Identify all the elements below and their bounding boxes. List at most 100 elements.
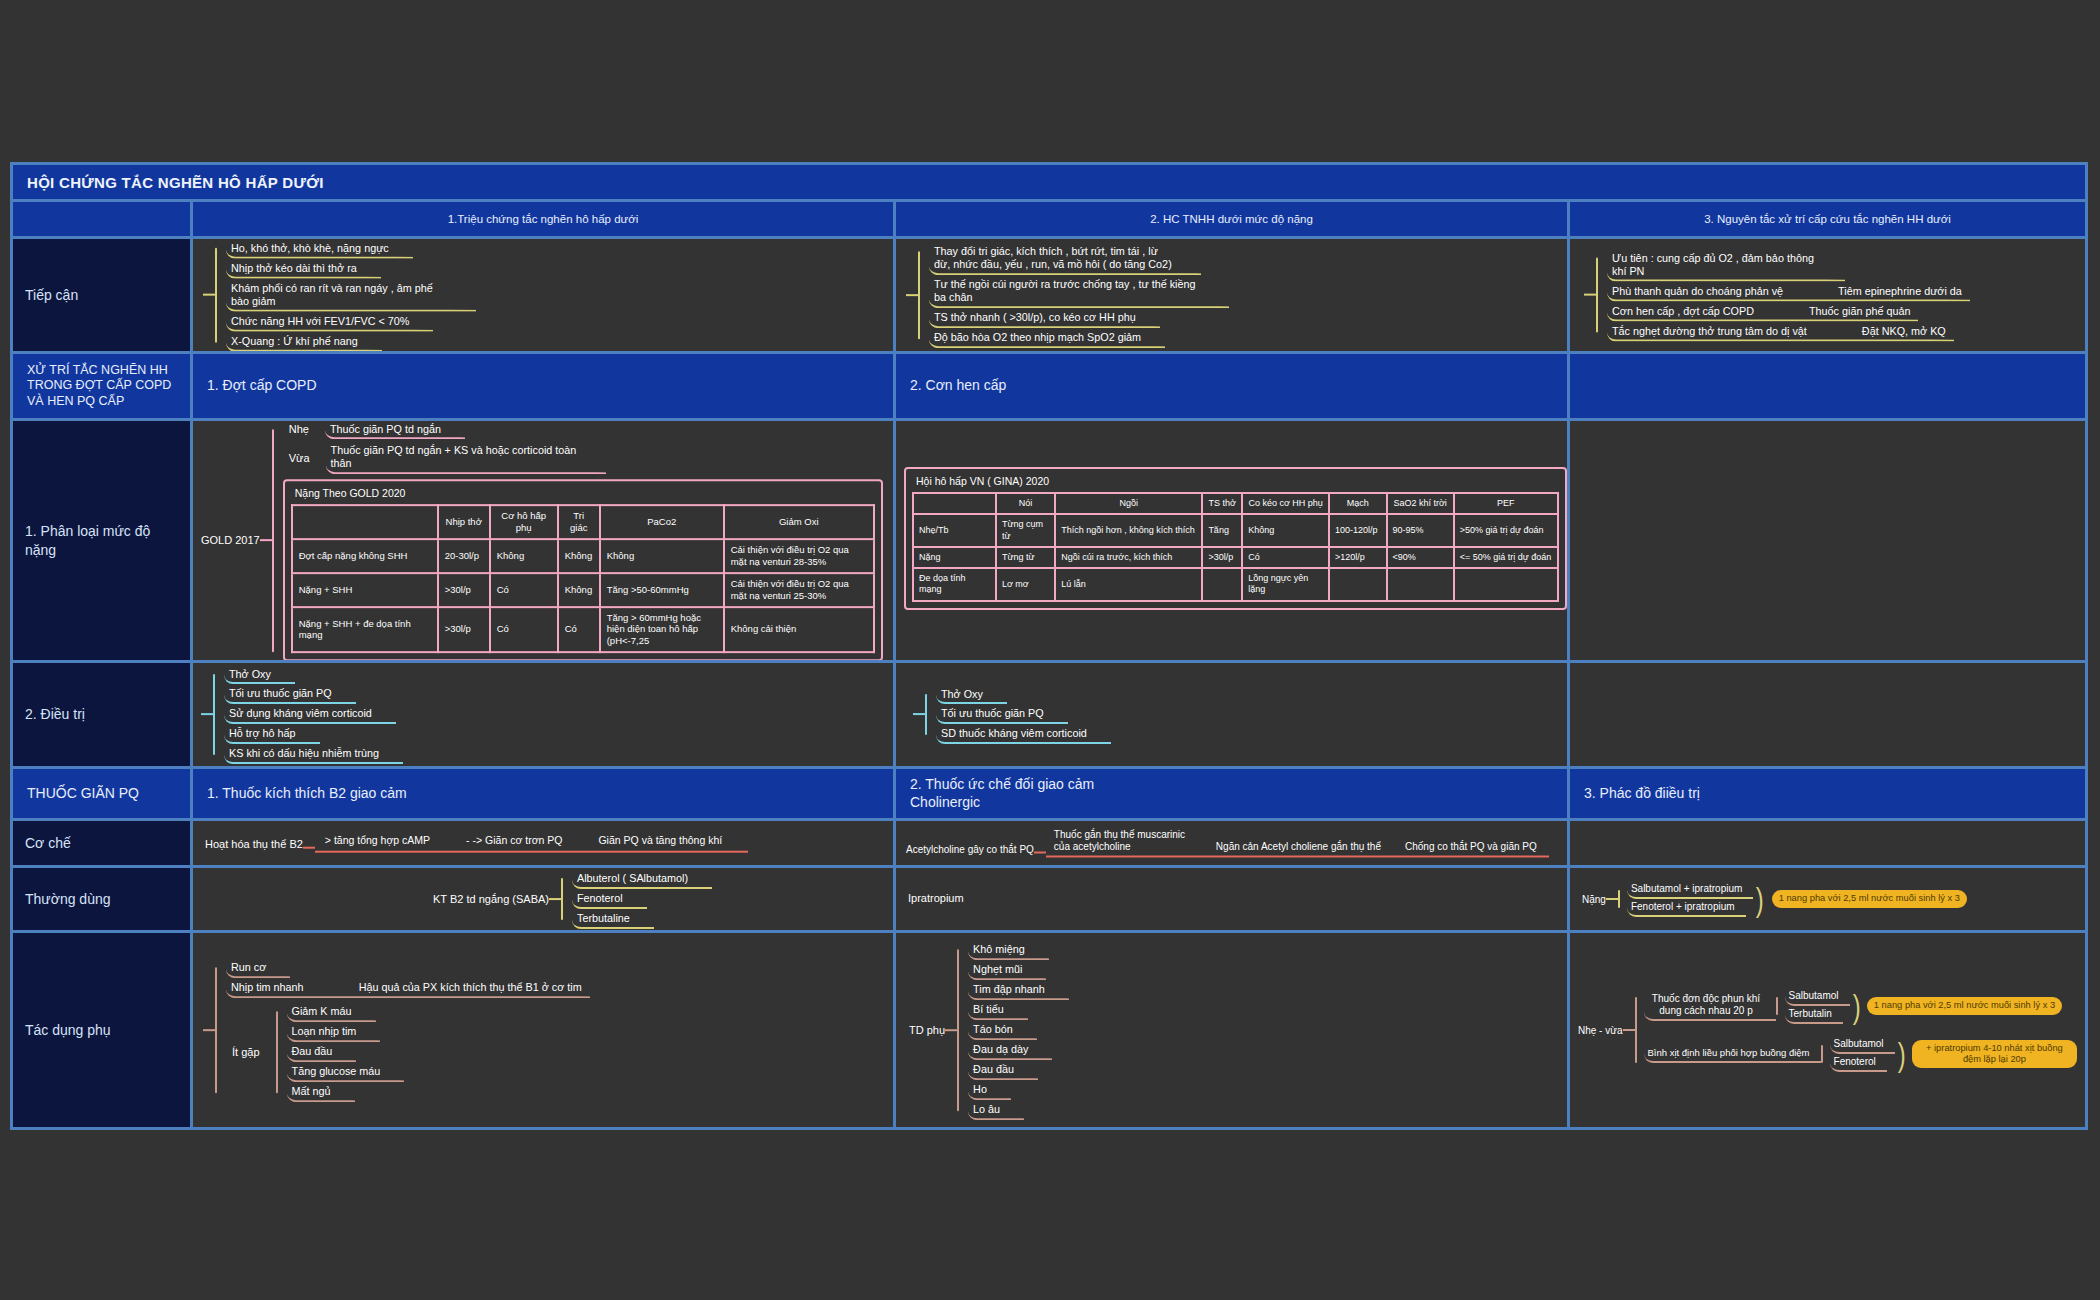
branch-connector: [906, 294, 918, 296]
mindmap-root[interactable]: Nhẹ - vừa: [1578, 1025, 1623, 1036]
dosage-note[interactable]: 1 nang pha với 2,5 ml nước muối sinh lý …: [1772, 890, 1967, 907]
mindmap-node[interactable]: Salbutamol: [1830, 1036, 1895, 1054]
mindmap-node[interactable]: Salbutamol + ipratropium: [1627, 881, 1753, 899]
mindmap-node[interactable]: Mất ngủ: [287, 1082, 355, 1102]
mindmap-node[interactable]: Tắc nghẹt đường thở trung tâm do dị vật: [1607, 321, 1815, 339]
section-label-thuocgianpq[interactable]: THUỐC GIÃN PQ: [13, 769, 190, 818]
mindmap-node[interactable]: Thuốc giãn phế quản: [1804, 301, 1918, 319]
section-label-xutri[interactable]: XỬ TRÍ TẮC NGHẼN HH TRONG ĐỢT CẤP COPD V…: [13, 354, 190, 418]
mindmap-node[interactable]: Albuterol ( SAlbutamol): [572, 869, 712, 889]
mindmap-node[interactable]: Ho, khó thở, khò khè, nặng ngực: [226, 239, 413, 259]
mindmap-node[interactable]: Tư thế ngồi cúi người ra trước chống tay…: [929, 275, 1229, 308]
section-phacdo[interactable]: 3. Phác đồ điiều trị: [1570, 769, 2085, 818]
mindmap-node[interactable]: Thuốc gắn thụ thể muscarinic của acetylc…: [1046, 829, 1208, 858]
board-title[interactable]: HỘI CHỨNG TẮC NGHẼN HÔ HẤP DƯỚI: [13, 165, 2085, 199]
mindmap-node[interactable]: Thuốc đơn độc phun khí dung cách nhau 20…: [1644, 991, 1776, 1021]
mindmap-root[interactable]: Nặng: [1582, 894, 1606, 905]
mindmap-node[interactable]: Thuốc giãn PQ td ngắn: [325, 421, 465, 440]
mindmap-node[interactable]: Lo âu: [968, 1100, 1024, 1120]
mindmap-node[interactable]: Thuốc giãn PQ td ngắn + KS và hoặc corti…: [326, 442, 606, 475]
mindmap-node[interactable]: Phù thanh quản do choáng phản vệ: [1607, 282, 1791, 300]
mindmap-node[interactable]: Ho: [968, 1080, 1011, 1100]
mindmap-node[interactable]: Fenoterol: [1830, 1054, 1887, 1072]
mindmap-node[interactable]: Táo bón: [968, 1020, 1037, 1040]
mindmap-node[interactable]: SD thuốc kháng viêm corticoid: [936, 724, 1111, 744]
col-header-2[interactable]: 2. HC TNHH dưới mức độ nặng: [896, 202, 1567, 236]
section-ucche[interactable]: 2. Thuốc ức chế đối giao cảm Cholinergic: [896, 769, 1567, 818]
mindmap-node[interactable]: X-Quang : Ứ khí phế nang: [226, 331, 382, 351]
mindmap-node[interactable]: Cơn hen cấp , đợt cấp COPD: [1607, 301, 1762, 319]
branch-group: Ưu tiên : cung cấp đủ O2 , đảm bảo thông…: [1596, 249, 1970, 342]
mindmap-node[interactable]: Ít gặp: [226, 1046, 276, 1058]
mindmap-node[interactable]: Khám phổi có ran rít và ran ngáy , âm ph…: [226, 279, 476, 312]
mindmap-node[interactable]: Terbutaline: [572, 909, 654, 929]
mindmap-node[interactable]: Nhịp thở kéo dài thì thở ra: [226, 259, 381, 279]
row-label-phanloai[interactable]: 1. Phân loại mức độ nặng: [13, 421, 190, 660]
branch-group: Thở Oxy Tối ưu thuốc giãn PQ SD thuốc kh…: [925, 685, 1111, 745]
mindmap-node[interactable]: Bình xịt định liều phối hợp buồng điệm: [1644, 1045, 1821, 1062]
mindmap-node[interactable]: TS thở nhanh ( >30l/p), co kéo cơ HH phụ: [929, 308, 1160, 328]
row-label-dieutri[interactable]: 2. Điều trị: [13, 663, 190, 766]
mindmap-node[interactable]: Tim đập nhanh: [968, 980, 1069, 1000]
mindmap-root[interactable]: TD phụ: [909, 1024, 945, 1036]
mindmap-node[interactable]: Khô miệng: [968, 940, 1049, 960]
mindmap-node[interactable]: Fenoterol: [572, 889, 647, 909]
mindmap-node[interactable]: Đau đầu: [968, 1060, 1038, 1080]
branch-connector: [303, 846, 315, 848]
mindmap-node[interactable]: Thay đổi tri giác, kích thích , bứt rứt,…: [929, 242, 1201, 275]
table-cell: >50% giá trị dự đoán: [1454, 514, 1558, 547]
mindmap-node[interactable]: Hỗ trợ hô hấp: [224, 724, 320, 744]
col-header-3[interactable]: 3. Nguyên tắc xử trí cấp cứu tắc nghẽn H…: [1570, 202, 2085, 236]
mindmap-node[interactable]: Giảm K máu: [287, 1002, 376, 1022]
mindmap-node[interactable]: > tăng tổng hợp cAMP: [315, 834, 456, 853]
section-kichthichb2[interactable]: 1. Thuốc kích thích B2 giao cảm: [193, 769, 893, 818]
mindmap-node[interactable]: Độ bão hòa O2 theo nhịp mạch SpO2 giảm: [929, 328, 1165, 348]
mindmap-node[interactable]: Đau đầu: [287, 1042, 357, 1062]
dosage-note[interactable]: 1 nang pha với 2,5 ml nước muối sinh lý …: [1867, 997, 2062, 1014]
mindmap-node[interactable]: Giãn PQ và tăng thông khí: [588, 834, 748, 853]
mindmap-node[interactable]: Ưu tiên : cung cấp đủ O2 , đảm bảo thông…: [1607, 249, 1845, 282]
row-label-tacdungphu[interactable]: Tác dụng phụ: [13, 933, 190, 1127]
mindmap-node[interactable]: Thở Oxy: [936, 685, 1007, 705]
mindmap-node[interactable]: Ngăn cản Acetyl choliene gắn thụ thể: [1208, 841, 1397, 858]
mindmap-node[interactable]: Đau dạ dày: [968, 1040, 1052, 1060]
row-label-thuongdung[interactable]: Thường dùng: [13, 868, 190, 930]
mindmap-node[interactable]: Salbutamol: [1785, 988, 1850, 1006]
mindmap-root[interactable]: Hoạt hóa thụ thể B2: [205, 837, 303, 852]
mindmap-node[interactable]: Thở Oxy: [224, 665, 295, 685]
row-label-coche[interactable]: Cơ chế: [13, 821, 190, 865]
table-title[interactable]: Hội hô hấp VN ( GINA) 2020: [906, 469, 1565, 492]
dosage-note[interactable]: + ipratropium 4-10 nhát xịt buồng đệm lặ…: [1912, 1040, 2077, 1068]
mindmap-node[interactable]: Đặt NKQ, mở KQ: [1857, 321, 1954, 339]
mindmap-node[interactable]: Tăng glucose máu: [287, 1062, 405, 1082]
mindmap-node[interactable]: Run cơ: [226, 958, 290, 978]
mindmap-node[interactable]: Hậu quả của PX kích thích thụ thể B1 ở c…: [354, 978, 590, 996]
table-title[interactable]: Nặng Theo GOLD 2020: [285, 481, 881, 504]
mindmap-node[interactable]: Sử dụng kháng viêm corticoid: [224, 705, 396, 725]
mindmap-node[interactable]: Fenoterol + ipratropium: [1627, 899, 1746, 917]
mindmap-node[interactable]: Tối ưu thuốc giãn PQ: [936, 705, 1068, 725]
table-header: Nhịp thở: [438, 505, 490, 539]
mindmap-node[interactable]: Tiêm epinephrine dưới da: [1833, 282, 1970, 300]
section-copd[interactable]: 1. Đợt cấp COPD: [193, 354, 893, 418]
mindmap-node[interactable]: Loạn nhịp tim: [287, 1022, 381, 1042]
mindmap-node[interactable]: Vừa: [283, 452, 326, 464]
mindmap-node[interactable]: Chống co thắt PQ và giãn PQ: [1397, 841, 1549, 858]
col-header-1[interactable]: 1.Triệu chứng tắc nghẽn hô hấp dưới: [193, 202, 893, 236]
mindmap-node[interactable]: Terbutalin: [1785, 1006, 1843, 1024]
table-cell: Nặng + SHH: [292, 573, 438, 607]
mindmap-root[interactable]: GOLD 2017: [201, 534, 260, 546]
row-label-tiepcan[interactable]: Tiếp cận: [13, 239, 190, 351]
mindmap-node[interactable]: - -> Giãn cơ trơn PQ: [456, 834, 588, 853]
mindmap-node[interactable]: Ipratropium: [908, 892, 964, 906]
mindmap-node[interactable]: Tối ưu thuốc giãn PQ: [224, 685, 356, 705]
mindmap-root[interactable]: KT B2 td ngắng (SABA): [433, 893, 549, 905]
mindmap-node[interactable]: Nhịp tim nhanh: [226, 978, 312, 996]
mindmap-node[interactable]: Bí tiểu: [968, 1000, 1028, 1020]
mindmap-node[interactable]: Chức năng HH với FEV1/FVC < 70%: [226, 311, 433, 331]
section-hencap[interactable]: 2. Cơn hen cấp: [896, 354, 1567, 418]
mindmap-node[interactable]: Nhẹ: [283, 424, 325, 436]
mindmap-node[interactable]: Nghẹt mũi: [968, 960, 1046, 980]
mindmap-node[interactable]: KS khi có dấu hiệu nhiễm trùng: [224, 744, 403, 764]
mindmap-root[interactable]: Acetylcholine gây co thắt PQ: [906, 844, 1034, 858]
